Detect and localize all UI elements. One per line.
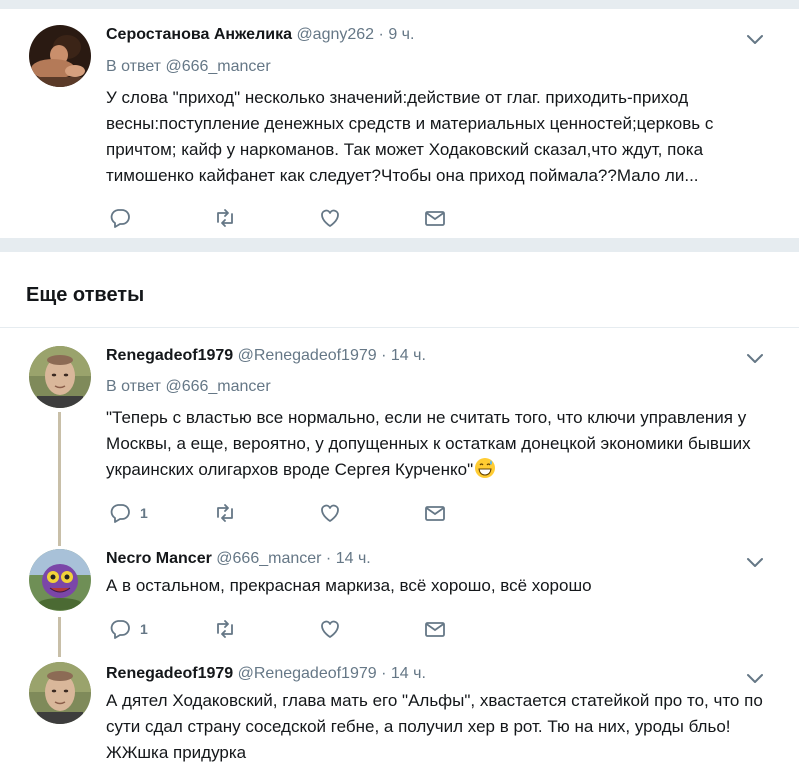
author-name[interactable]: Renegadeof1979 bbox=[106, 347, 233, 364]
reply-context: В ответ @666_mancer bbox=[106, 377, 271, 397]
retweet-icon bbox=[217, 504, 233, 522]
tweet-text-content: "Теперь с властью все нормально, если не… bbox=[106, 408, 751, 479]
avatar[interactable] bbox=[29, 25, 91, 87]
author-name[interactable]: Renegadeof1979 bbox=[106, 665, 233, 682]
like-button[interactable] bbox=[318, 500, 342, 526]
retweet-button[interactable] bbox=[213, 205, 237, 231]
reply-mention[interactable]: @666_mancer bbox=[165, 378, 270, 395]
profile-photo-icon bbox=[29, 662, 91, 724]
reply-button[interactable]: 1 bbox=[108, 500, 148, 526]
tweet-time[interactable]: 9 ч. bbox=[388, 26, 414, 43]
avatar[interactable] bbox=[29, 549, 91, 611]
envelope-icon bbox=[425, 622, 445, 637]
author-handle[interactable]: @agny262 bbox=[296, 26, 374, 43]
avatar[interactable] bbox=[29, 662, 91, 724]
reply-prefix: В ответ bbox=[106, 58, 162, 75]
reply-tweet-1[interactable]: Renegadeof1979 @Renegadeof1979 · 14 ч. В… bbox=[0, 328, 799, 542]
tweet-header: Серостанова Анжелика @agny262 · 9 ч. bbox=[106, 25, 414, 45]
reply-mention[interactable]: @666_mancer bbox=[165, 58, 270, 75]
reply-button[interactable]: 1 bbox=[108, 616, 148, 642]
author-handle[interactable]: @Renegadeof1979 bbox=[238, 347, 377, 364]
reply-button[interactable] bbox=[108, 205, 132, 231]
chevron-down-icon[interactable] bbox=[744, 551, 766, 573]
chevron-down-icon[interactable] bbox=[744, 28, 766, 50]
like-button[interactable] bbox=[318, 205, 342, 231]
tweet-text: "Теперь с властью все нормально, если не… bbox=[106, 405, 766, 483]
author-handle[interactable]: @Renegadeof1979 bbox=[238, 665, 377, 682]
tweet-header: Renegadeof1979 @Renegadeof1979 · 14 ч. bbox=[106, 664, 426, 684]
reply-context: В ответ @666_mancer bbox=[106, 57, 271, 77]
tweet-time[interactable]: 14 ч. bbox=[391, 665, 426, 682]
section-title: Еще ответы bbox=[26, 284, 145, 306]
tweet-actions: 1 bbox=[106, 500, 466, 526]
author-name[interactable]: Серостанова Анжелика bbox=[106, 26, 292, 43]
author-name[interactable]: Necro Mancer bbox=[106, 550, 212, 567]
retweet-button[interactable] bbox=[213, 616, 237, 642]
heart-icon bbox=[321, 504, 339, 522]
top-gap bbox=[0, 0, 799, 8]
tweet-actions: 1 bbox=[106, 616, 466, 642]
tweet-actions bbox=[106, 205, 466, 231]
tweet-text: У слова "приход" несколько значений:дейс… bbox=[106, 88, 714, 185]
tweet-header: Necro Mancer @666_mancer · 14 ч. bbox=[106, 549, 371, 569]
separator-dot: · bbox=[378, 26, 384, 43]
profile-photo-icon bbox=[29, 25, 91, 87]
envelope-icon bbox=[425, 211, 445, 226]
message-button[interactable] bbox=[423, 616, 447, 642]
author-handle[interactable]: @666_mancer bbox=[216, 550, 321, 567]
reply-tweet-3[interactable]: Renegadeof1979 @Renegadeof1979 · 14 ч. А… bbox=[0, 654, 799, 769]
reply-prefix: В ответ bbox=[106, 378, 162, 395]
profile-photo-icon bbox=[29, 346, 91, 408]
like-button[interactable] bbox=[318, 616, 342, 642]
retweet-button[interactable] bbox=[213, 500, 237, 526]
tweet-text: А дятел Ходаковский, глава мать его "Аль… bbox=[106, 691, 763, 762]
reply-icon bbox=[110, 620, 130, 639]
retweet-icon bbox=[217, 209, 233, 227]
section-gap bbox=[0, 238, 799, 252]
tweet-time[interactable]: 14 ч. bbox=[391, 347, 426, 364]
reply-tweet-2[interactable]: Necro Mancer @666_mancer · 14 ч. А в ост… bbox=[0, 542, 799, 654]
reply-count: 1 bbox=[140, 621, 148, 637]
chevron-down-icon[interactable] bbox=[744, 667, 766, 689]
tweet-header: Renegadeof1979 @Renegadeof1979 · 14 ч. bbox=[106, 346, 426, 366]
message-button[interactable] bbox=[423, 205, 447, 231]
heart-icon bbox=[321, 209, 339, 227]
reply-count: 1 bbox=[140, 505, 148, 521]
envelope-icon bbox=[425, 506, 445, 521]
grinning-sweat-emoji bbox=[474, 457, 496, 479]
reply-icon bbox=[110, 209, 130, 228]
heart-icon bbox=[321, 620, 339, 638]
separator-dot: · bbox=[325, 550, 332, 567]
reply-icon bbox=[110, 504, 130, 523]
avatar[interactable] bbox=[29, 346, 91, 408]
profile-photo-icon bbox=[29, 549, 91, 611]
separator-dot: · bbox=[381, 347, 387, 364]
tweet-first[interactable]: Серостанова Анжелика @agny262 · 9 ч. В о… bbox=[0, 9, 799, 238]
tweet-text: А в остальном, прекрасная маркиза, всё х… bbox=[106, 576, 592, 595]
retweet-icon bbox=[217, 620, 233, 638]
message-button[interactable] bbox=[423, 500, 447, 526]
tweet-time[interactable]: 14 ч. bbox=[336, 550, 371, 567]
separator-dot: · bbox=[381, 665, 387, 682]
chevron-down-icon[interactable] bbox=[744, 347, 766, 369]
